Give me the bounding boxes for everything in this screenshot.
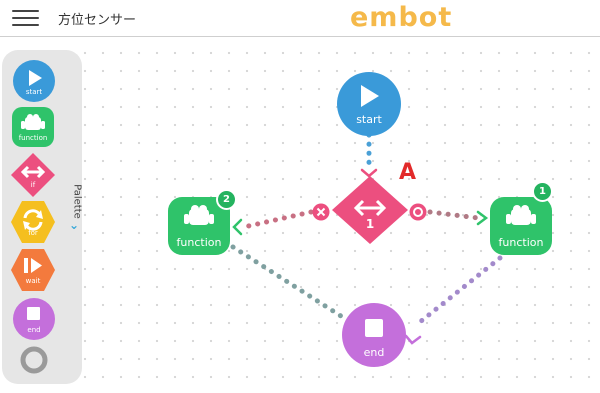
palette-item-label: for <box>28 229 38 237</box>
block-label: 1 <box>365 217 375 231</box>
palette-item-wait[interactable]: wait <box>10 248 56 292</box>
palette-item-label: end <box>27 326 41 334</box>
block-label: end <box>363 346 385 359</box>
ring-icon <box>20 346 48 374</box>
play-icon <box>337 72 401 136</box>
arrowhead-left <box>232 218 243 236</box>
function-badge: 1 <box>532 181 553 202</box>
palette-item-start[interactable]: start <box>12 59 56 103</box>
connector-if-false-to-function <box>241 209 314 230</box>
chevron-down-icon: ⌄ <box>69 218 80 232</box>
palette-toggle[interactable]: Palette ⌄ <box>66 178 84 234</box>
arrowhead-end <box>404 334 422 345</box>
palette-item-ring[interactable] <box>19 345 49 375</box>
arrowhead-right <box>476 210 489 226</box>
stop-icon <box>13 298 55 340</box>
left-right-arrows-icon <box>332 176 408 244</box>
palette-item-end[interactable]: end <box>12 297 56 341</box>
connector-function-right-to-end <box>417 255 503 325</box>
flow-block-start[interactable]: start <box>336 71 402 137</box>
cross-icon <box>312 203 330 221</box>
connector-if-true-to-function <box>427 209 481 221</box>
palette-item-label: if <box>30 181 36 189</box>
function-badge: 2 <box>216 189 237 210</box>
block-label: start <box>356 113 382 126</box>
palette-item-function[interactable]: function <box>11 106 55 148</box>
connector-function-left-to-end <box>230 244 347 321</box>
if-false-port[interactable] <box>312 203 330 221</box>
block-label: function <box>176 236 222 249</box>
pause-play-icon <box>11 249 55 291</box>
flow-block-if[interactable]: 1 <box>331 175 409 245</box>
loop-icon <box>11 201 55 243</box>
if-true-port[interactable] <box>409 203 427 221</box>
palette-item-if[interactable]: if <box>9 152 57 198</box>
palette-item-for[interactable]: for <box>10 200 56 244</box>
palette-item-label: wait <box>25 277 41 285</box>
block-label: function <box>498 236 544 249</box>
flow-block-function-right[interactable]: function <box>489 196 553 256</box>
annotation-label: A <box>399 160 417 185</box>
left-right-arrows-icon <box>11 153 55 197</box>
circle-icon <box>409 203 427 221</box>
palette-item-label: start <box>25 88 43 96</box>
palette-item-label: function <box>18 134 48 142</box>
flow-block-end[interactable]: end <box>341 302 407 368</box>
play-icon <box>13 60 55 102</box>
